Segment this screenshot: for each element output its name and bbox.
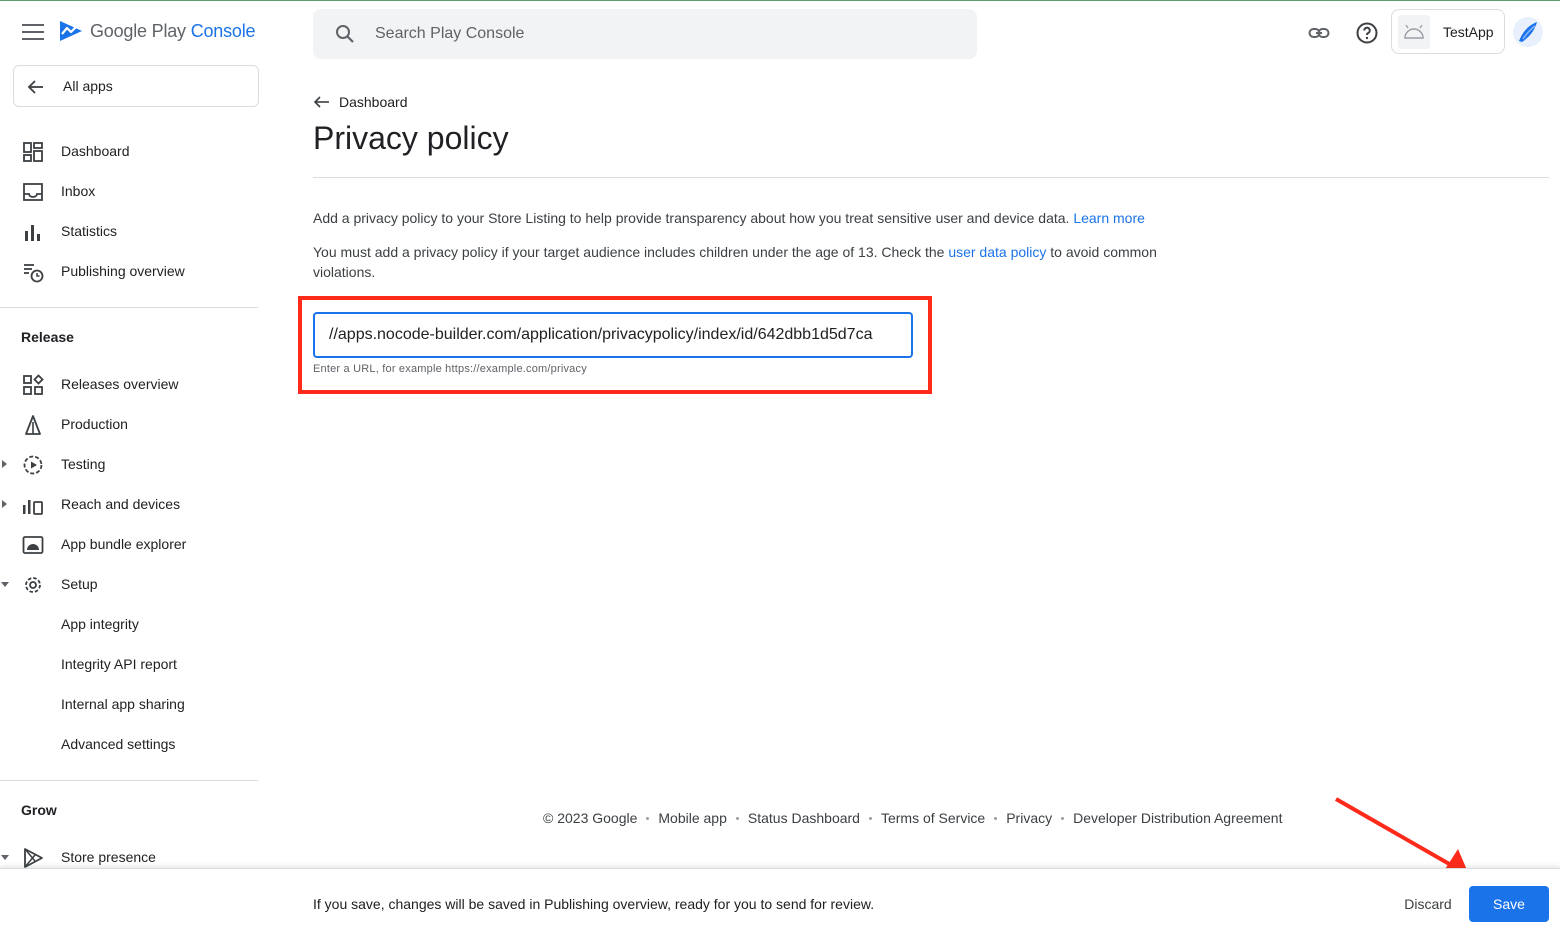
testing-icon	[23, 455, 43, 475]
footer-link-privacy[interactable]: Privacy	[1006, 810, 1052, 826]
production-icon	[25, 415, 41, 435]
play-console-logo[interactable]: Google Play Console	[58, 18, 256, 44]
section-title-release: Release	[21, 329, 74, 345]
footer-link-status-dashboard[interactable]: Status Dashboard	[748, 810, 860, 826]
footer-separator	[646, 816, 650, 820]
sidebar-item-label: App bundle explorer	[61, 536, 187, 552]
title-divider	[313, 177, 1549, 178]
inbox-icon	[23, 183, 43, 201]
search-input[interactable]	[375, 9, 955, 59]
discard-button[interactable]: Discard	[1390, 886, 1466, 922]
app-selector[interactable]: TestApp	[1391, 9, 1505, 54]
footer-copyright: © 2023 Google	[543, 810, 638, 826]
footer-link-mobile-app[interactable]: Mobile app	[658, 810, 727, 826]
app-bundle-icon	[22, 536, 44, 554]
sidebar-divider	[0, 307, 258, 308]
section-title-grow: Grow	[21, 802, 57, 818]
logo-word-google-play: Google Play	[90, 20, 186, 41]
sidebar-item-reach-and-devices[interactable]: Reach and devices	[0, 484, 260, 524]
sidebar-item-label: Integrity API report	[61, 656, 177, 672]
sidebar-item-label: App integrity	[61, 616, 139, 632]
sidebar-item-label: Testing	[61, 456, 106, 472]
page-title: Privacy policy	[313, 120, 509, 156]
sidebar-item-app-integrity[interactable]: App integrity	[0, 604, 260, 644]
avatar[interactable]	[1513, 17, 1543, 47]
arrow-left-icon	[27, 80, 43, 94]
app-name: TestApp	[1443, 24, 1494, 40]
breadcrumb[interactable]: Dashboard	[313, 94, 408, 110]
sidebar-item-label: Publishing overview	[61, 263, 185, 279]
expand-caret-icon[interactable]	[2, 460, 7, 468]
footer-separator	[735, 816, 739, 820]
learn-more-link[interactable]: Learn more	[1073, 210, 1145, 226]
statistics-icon	[25, 225, 40, 241]
help-icon[interactable]	[1355, 21, 1379, 45]
sidebar-item-advanced-settings[interactable]: Advanced settings	[0, 724, 260, 764]
footer-links: © 2023 Google Mobile app Status Dashboar…	[543, 810, 1282, 826]
sidebar-item-setup[interactable]: Setup	[0, 564, 260, 604]
app-header: Google Play Console TestApp	[0, 1, 1560, 63]
sidebar-item-statistics[interactable]: Statistics	[0, 211, 260, 251]
sidebar-item-testing[interactable]: Testing	[0, 444, 260, 484]
footer-separator	[994, 816, 998, 820]
sidebar-item-label: Releases overview	[61, 376, 179, 392]
sidebar-item-label: Inbox	[61, 183, 96, 199]
privacy-policy-url-input[interactable]	[313, 312, 913, 358]
footer-link-dda[interactable]: Developer Distribution Agreement	[1073, 810, 1282, 826]
sidebar-item-label: Statistics	[61, 223, 118, 239]
sidebar-item-label: Internal app sharing	[61, 696, 185, 712]
releases-overview-icon	[23, 374, 44, 395]
link-icon[interactable]	[1307, 21, 1331, 45]
sidebar-item-label: Production	[61, 416, 128, 432]
search-bar[interactable]	[313, 9, 977, 59]
sidebar-item-label: Setup	[61, 576, 98, 592]
all-apps-button[interactable]: All apps	[13, 65, 259, 107]
sidebar-item-label: Advanced settings	[61, 736, 176, 752]
search-icon	[336, 25, 354, 43]
collapse-caret-icon[interactable]	[1, 855, 9, 860]
dashboard-icon	[23, 142, 43, 162]
sidebar-item-label: Store presence	[61, 849, 156, 865]
footer-separator	[868, 816, 872, 820]
save-button[interactable]: Save	[1469, 886, 1549, 922]
sidebar-item-integrity-api-report[interactable]: Integrity API report	[0, 644, 260, 684]
user-data-policy-link[interactable]: user data policy	[948, 244, 1046, 260]
footer-separator	[1061, 816, 1065, 820]
sidebar-item-label: Dashboard	[61, 143, 130, 159]
requirement-paragraph: You must add a privacy policy if your ta…	[313, 242, 1203, 282]
play-console-logo-icon	[60, 21, 82, 41]
sidebar-item-inbox[interactable]: Inbox	[0, 171, 260, 211]
sidebar-item-label: Reach and devices	[61, 496, 181, 512]
menu-icon[interactable]	[20, 21, 46, 43]
sidebar-item-internal-app-sharing[interactable]: Internal app sharing	[0, 684, 260, 724]
breadcrumb-label: Dashboard	[339, 94, 408, 110]
sidebar-item-app-bundle-explorer[interactable]: App bundle explorer	[0, 524, 260, 564]
description-text: Add a privacy policy to your Store Listi…	[313, 210, 1070, 226]
all-apps-label: All apps	[63, 78, 113, 94]
sidebar-item-releases-overview[interactable]: Releases overview	[0, 364, 260, 404]
requirement-text-before: You must add a privacy policy if your ta…	[313, 244, 945, 260]
collapse-caret-icon[interactable]	[1, 582, 9, 587]
sidebar-item-dashboard[interactable]: Dashboard	[0, 131, 260, 171]
android-icon	[1398, 15, 1430, 49]
sidebar: All apps Dashboard Inbox Statistics Publ…	[0, 63, 270, 868]
sidebar-item-publishing-overview[interactable]: Publishing overview	[0, 251, 260, 291]
url-helper-text: Enter a URL, for example https://example…	[313, 363, 587, 375]
sidebar-item-production[interactable]: Production	[0, 404, 260, 444]
footer-link-terms[interactable]: Terms of Service	[881, 810, 985, 826]
gear-icon	[25, 577, 41, 593]
arrow-left-icon	[313, 96, 329, 108]
logo-word-console: Console	[190, 20, 256, 41]
reach-devices-icon	[23, 500, 43, 515]
save-bar-message: If you save, changes will be saved in Pu…	[313, 896, 875, 912]
description-paragraph: Add a privacy policy to your Store Listi…	[313, 208, 1203, 228]
store-presence-icon	[24, 848, 43, 868]
sidebar-divider	[0, 780, 258, 781]
publishing-overview-icon	[24, 264, 44, 283]
expand-caret-icon[interactable]	[2, 500, 7, 508]
save-bar: If you save, changes will be saved in Pu…	[0, 868, 1560, 930]
